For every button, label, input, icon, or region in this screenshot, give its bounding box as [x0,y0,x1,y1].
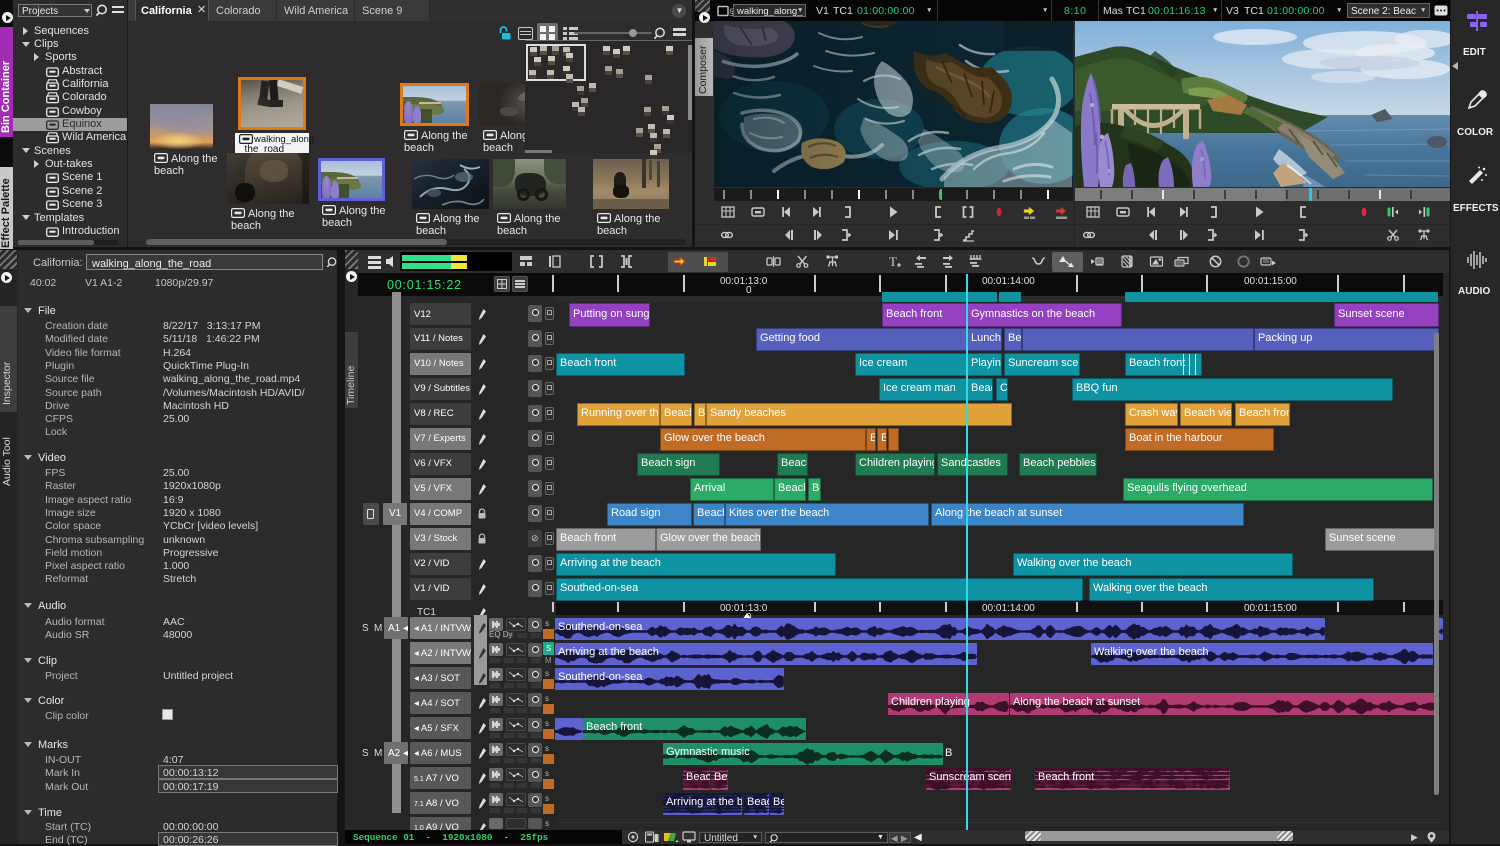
svg-text:T: T [889,254,897,269]
